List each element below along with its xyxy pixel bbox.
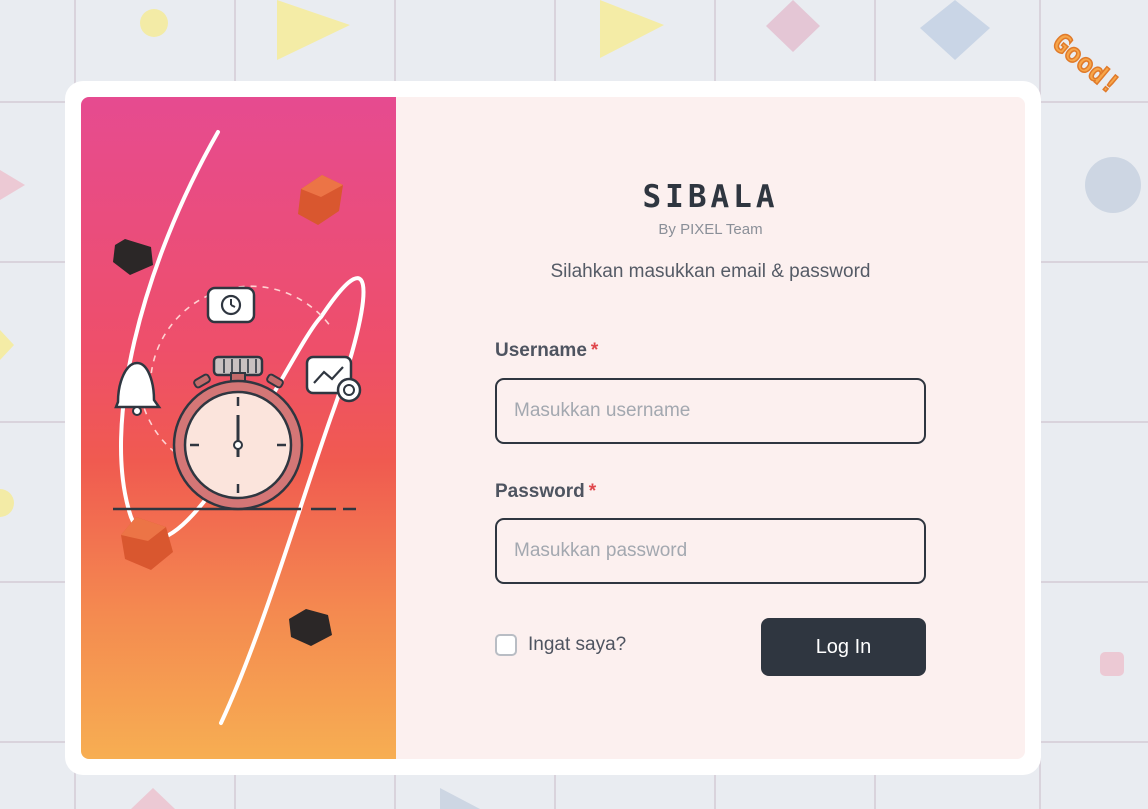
password-label: Password * [495, 481, 596, 503]
app-byline: By PIXEL Team [658, 221, 763, 238]
remember-checkbox[interactable] [495, 634, 517, 656]
required-mark: * [590, 340, 599, 361]
clock-card-icon [206, 286, 256, 324]
password-input[interactable] [495, 518, 926, 584]
app-title: SIBALA [642, 179, 779, 215]
bell-icon [114, 361, 162, 416]
dark-cube-icon [289, 609, 332, 646]
remember-me[interactable]: Ingat saya? [495, 633, 626, 657]
username-label-text: Username [495, 340, 587, 361]
required-mark: * [588, 481, 597, 502]
login-card: SIBALA By PIXEL Team Silahkan masukkan e… [65, 81, 1041, 775]
orange-cube-icon [121, 517, 173, 570]
remember-label: Ingat saya? [528, 634, 627, 655]
orange-cube-icon [298, 175, 343, 225]
form-instruction: Silahkan masukkan email & password [550, 261, 871, 282]
chart-card-icon [305, 355, 362, 403]
password-label-text: Password [495, 481, 585, 502]
username-input[interactable] [495, 378, 926, 444]
hero-illustration [81, 97, 396, 759]
sticker-text: Good! [1046, 28, 1125, 101]
good-sticker-icon: Good! [1030, 10, 1140, 120]
login-form-panel: SIBALA By PIXEL Team Silahkan masukkan e… [396, 97, 1025, 759]
login-button[interactable]: Log In [761, 618, 926, 676]
username-label: Username * [495, 340, 598, 362]
dark-cube-icon [113, 239, 153, 275]
